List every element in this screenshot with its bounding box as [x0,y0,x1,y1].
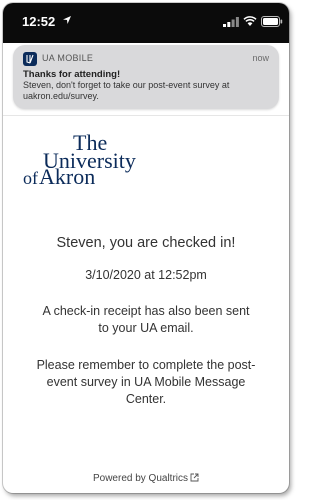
logo-akron: Akron [39,164,95,186]
checkin-headline: Steven, you are checked in! [56,235,236,251]
checkin-message: Steven, you are checked in! 3/10/2020 at… [3,235,289,408]
checkin-datetime: 3/10/2020 at 12:52pm [85,268,207,282]
notification-header: UA MOBILE now [23,52,269,66]
receipt-notice: A check-in receipt has also been sent to… [42,304,250,335]
notification-time: now [252,53,269,63]
divider [3,115,289,116]
survey-reminder: Please remember to complete the post-eve… [36,358,256,406]
push-notification[interactable]: UA MOBILE now Thanks for attending! Stev… [13,45,279,109]
ua-mobile-app-icon [23,52,37,66]
wifi-icon [243,16,257,26]
signal-icon [223,17,239,27]
notification-app-name: UA MOBILE [42,53,94,63]
university-of-akron-logo: The University of Akron [23,130,136,186]
location-arrow-icon [63,16,71,24]
logo-of: of [23,168,38,186]
external-link-icon [190,473,199,482]
phone-screen: 12:52 UA MOBILE now Thanks for attending… [3,3,289,493]
notification-body: Steven, don't forget to take our post-ev… [23,80,230,101]
status-bar: 12:52 [3,3,289,43]
battery-icon [261,16,283,27]
status-time: 12:52 [22,14,56,29]
notification-title: Thanks for attending! [23,69,121,80]
powered-by-footer[interactable]: Powered by Qualtrics [3,473,289,484]
footer-text[interactable]: Powered by Qualtrics [93,473,188,484]
